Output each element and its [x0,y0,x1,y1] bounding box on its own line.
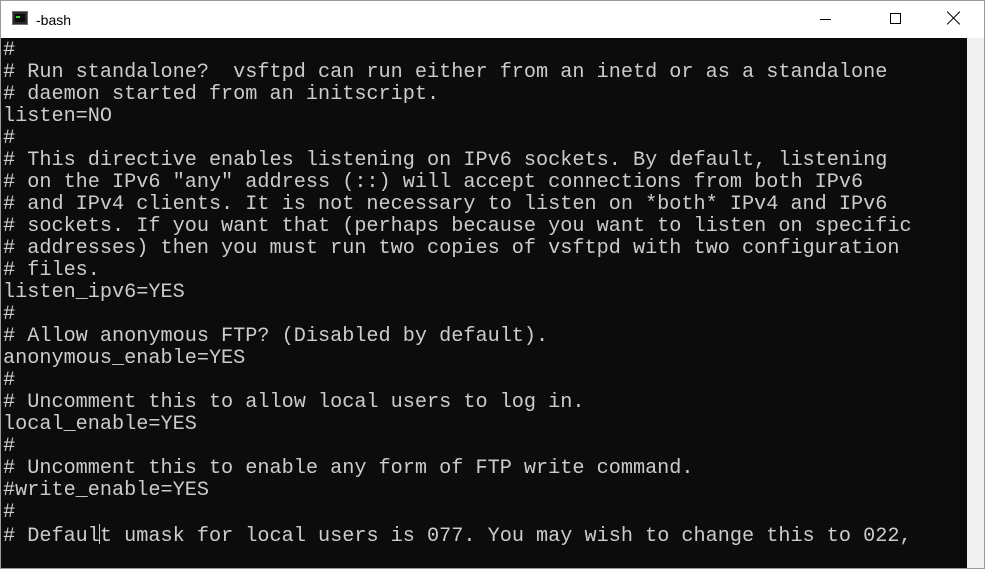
minimize-button[interactable] [803,1,849,38]
title-bar[interactable]: -bash [1,1,984,38]
terminal-lines: # # Run standalone? vsftpd can run eithe… [3,39,912,548]
terminal-line: # files. [3,259,100,282]
terminal-line: # and IPv4 clients. It is not necessary … [3,193,888,216]
close-button[interactable] [941,1,984,38]
terminal-window: -bash # # Run standalone? vsftpd can run… [0,0,985,569]
maximize-button[interactable] [849,1,901,38]
terminal-line: # sockets. If you want that (perhaps bec… [3,215,912,238]
terminal-line: #write_enable=YES [3,479,209,502]
maximize-icon [890,13,901,24]
terminal-line: # [3,435,16,458]
terminal-line: listen=NO [3,105,113,128]
close-icon [947,11,961,25]
terminal-line: # daemon started from an initscript. [3,83,440,106]
window-title: -bash [36,12,72,28]
terminal-line: # [3,501,16,524]
terminal-line: # addresses) then you must run two copie… [3,237,900,260]
terminal-icon[interactable] [12,11,28,25]
terminal-line: # Allow anonymous FTP? (Disabled by defa… [3,325,549,348]
terminal-line: # [3,39,16,62]
terminal-line: listen_ipv6=YES [3,281,185,304]
terminal-line: anonymous_enable=YES [3,347,246,370]
terminal-line: local_enable=YES [3,413,197,436]
vertical-scrollbar[interactable] [967,38,984,568]
line-text-after-cursor: t umask for local users is 077. You may … [99,525,912,548]
terminal-icon-prompt [16,16,20,18]
terminal-line: # [3,303,16,326]
terminal-line: # This directive enables listening on IP… [3,149,888,172]
terminal-line: # [3,369,16,392]
terminal-line: # [3,127,16,150]
line-text-before-cursor: # Defaul [3,525,100,548]
terminal-line: # on the IPv6 "any" address (::) will ac… [3,171,864,194]
terminal-line-with-cursor: # Default umask for local users is 077. … [3,524,912,548]
terminal-output[interactable]: # # Run standalone? vsftpd can run eithe… [1,38,967,568]
terminal-line: # Uncomment this to allow local users to… [3,391,585,414]
minimize-icon [820,19,831,20]
terminal-line: # Run standalone? vsftpd can run either … [3,61,888,84]
terminal-line: # Uncomment this to enable any form of F… [3,457,694,480]
